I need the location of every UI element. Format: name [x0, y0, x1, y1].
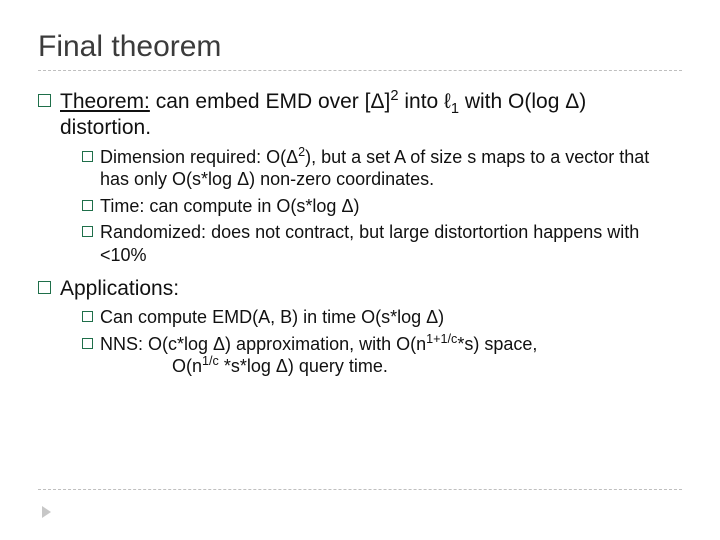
nns-label: NNS:: [100, 334, 143, 354]
nns-line2: O(n1/c *s*log Δ) query time.: [100, 355, 682, 378]
title-rule: [38, 70, 682, 71]
nns-text2: *s) space,: [457, 334, 537, 354]
time-label: Time:: [100, 196, 144, 216]
theorem-sup: 2: [390, 88, 398, 104]
dimension-text1: O(Δ: [261, 147, 298, 167]
applications-bullet: Applications: Can compute EMD(A, B) in t…: [38, 276, 682, 378]
nns-sup1: 1+1/c: [426, 332, 457, 346]
randomized-label: Randomized:: [100, 222, 206, 242]
nns-text1: O(c*log Δ) approximation, with O(n: [143, 334, 426, 354]
nns-line2b: *s*log Δ) query time.: [219, 356, 388, 376]
time-text: can compute in O(s*log Δ): [144, 196, 359, 216]
theorem-sub: 1: [451, 101, 459, 117]
dimension-label: Dimension required:: [100, 147, 261, 167]
nns-line2a: O(n: [172, 356, 202, 376]
applications-label: Applications:: [60, 277, 179, 300]
nns-sup2: 1/c: [202, 354, 219, 368]
theorem-text2: into ℓ: [399, 90, 451, 113]
can-label: Can: [100, 307, 133, 327]
bullet-list: Theorem: can embed EMD over [Δ]2 into ℓ1…: [38, 89, 682, 378]
randomized-bullet: Randomized: does not contract, but large…: [60, 221, 682, 266]
can-bullet: Can compute EMD(A, B) in time O(s*log Δ): [60, 306, 682, 329]
nns-bullet: NNS: O(c*log Δ) approximation, with O(n1…: [60, 333, 682, 378]
time-bullet: Time: can compute in O(s*log Δ): [60, 195, 682, 218]
slide-title: Final theorem: [38, 30, 682, 64]
theorem-sublist: Dimension required: O(Δ2), but a set A o…: [60, 146, 682, 267]
theorem-bullet: Theorem: can embed EMD over [Δ]2 into ℓ1…: [38, 89, 682, 266]
dimension-bullet: Dimension required: O(Δ2), but a set A o…: [60, 146, 682, 191]
theorem-text1: can embed EMD over [Δ]: [150, 90, 390, 113]
play-icon: [42, 506, 51, 518]
slide: Final theorem Theorem: can embed EMD ove…: [0, 0, 720, 540]
footer-rule: [38, 489, 682, 490]
applications-sublist: Can compute EMD(A, B) in time O(s*log Δ)…: [60, 306, 682, 378]
can-text: compute EMD(A, B) in time O(s*log Δ): [133, 307, 444, 327]
theorem-label: Theorem:: [60, 90, 150, 113]
